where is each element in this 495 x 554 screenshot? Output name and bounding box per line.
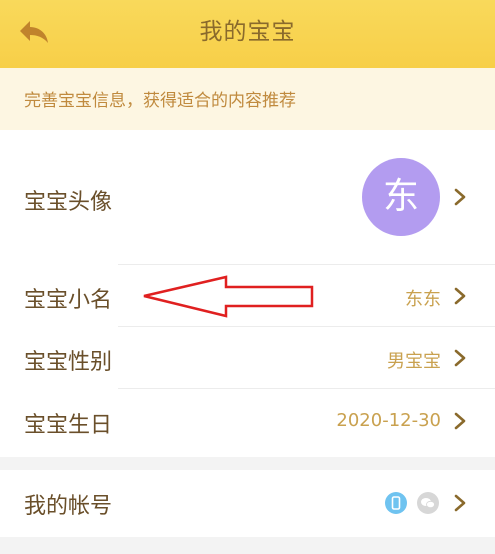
chevron-right-icon [454,349,466,367]
chevron-right-icon [454,287,466,305]
row-baby-gender[interactable]: 宝宝性别 男宝宝 [0,327,495,388]
row-my-account-label: 我的帐号 [24,494,113,519]
chevron-right-icon [454,494,466,512]
page-title: 我的宝宝 [199,19,296,45]
chevron-right-icon [454,412,466,430]
chevron-right-icon [454,188,466,206]
header-bar: 我的宝宝 [0,0,495,68]
row-baby-birthday-value: 2020-12-30 [336,410,441,431]
row-baby-gender-value: 男宝宝 [387,351,441,372]
info-notice: 完善宝宝信息，获得适合的内容推荐 [0,68,495,130]
info-notice-text: 完善宝宝信息，获得适合的内容推荐 [24,91,296,111]
row-baby-nickname-label: 宝宝小名 [24,288,113,313]
account-card: 我的帐号 [0,470,495,537]
wechat-icon [417,492,439,514]
avatar[interactable]: 东 [362,158,440,236]
row-baby-nickname-value: 东东 [405,289,441,310]
annotation-arrow-icon [143,275,314,318]
row-baby-birthday[interactable]: 宝宝生日 2020-12-30 [0,389,495,455]
row-baby-birthday-label: 宝宝生日 [24,413,113,438]
phone-icon [385,492,407,514]
row-baby-gender-label: 宝宝性别 [24,350,113,375]
row-baby-avatar[interactable]: 宝宝头像 东 [0,130,495,264]
row-baby-avatar-label: 宝宝头像 [24,190,113,215]
row-my-account[interactable]: 我的帐号 [0,470,495,537]
